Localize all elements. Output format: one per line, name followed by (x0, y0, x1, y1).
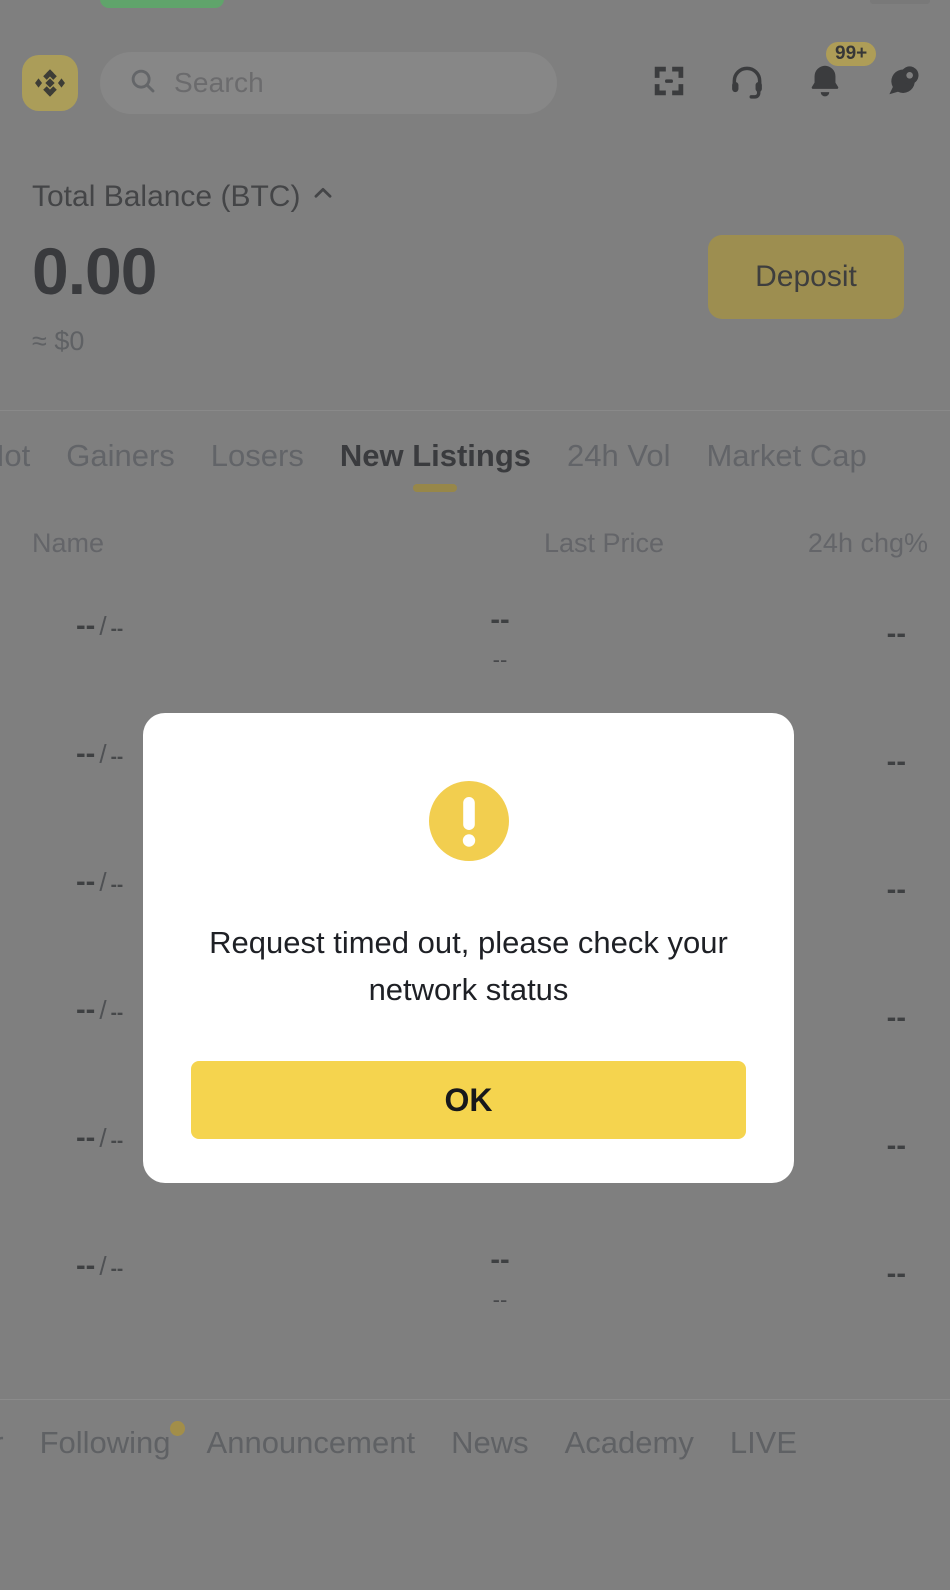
market-price-fiat: -- (492, 647, 508, 672)
status-bar-right-cluster (870, 0, 930, 4)
feed-tab-announcement[interactable]: Announcement (207, 1425, 416, 1461)
unread-dot-icon (169, 1421, 185, 1436)
search-icon (128, 66, 158, 101)
market-tab-gainers[interactable]: Gainers (66, 432, 175, 474)
table-row[interactable]: -- / -- -- -- -- (0, 580, 950, 708)
column-header-change: 24h chg% (807, 528, 928, 558)
market-price-fiat: -- (492, 1287, 508, 1312)
market-last-price: -- (490, 604, 510, 636)
market-tab-bar: Hot Gainers Losers New Listings 24h Vol … (0, 432, 950, 512)
deposit-button[interactable]: Deposit (708, 235, 904, 319)
market-change: -- (886, 746, 906, 778)
scan-icon[interactable] (650, 62, 688, 105)
status-bar (0, 0, 950, 22)
column-header-last-price: Last Price (544, 528, 665, 558)
bottom-section-divider (0, 1399, 950, 1400)
market-change: -- (886, 874, 906, 906)
market-price-cell: -- -- (0, 604, 950, 673)
market-tab-losers[interactable]: Losers (211, 432, 304, 474)
support-headset-icon[interactable] (728, 62, 766, 105)
market-tab-market-cap[interactable]: Market Cap (706, 432, 866, 474)
market-tab-hot[interactable]: Hot (0, 432, 30, 474)
dialog-message: Request timed out, please check your net… (209, 925, 728, 1007)
market-change: -- (886, 1130, 906, 1162)
search-input[interactable]: Search (100, 52, 557, 114)
warning-exclamation-icon (191, 773, 746, 874)
feed-tab-live[interactable]: LIVE (730, 1425, 797, 1461)
network-error-dialog: Request timed out, please check your net… (143, 713, 794, 1183)
market-tab-24h-vol[interactable]: 24h Vol (567, 432, 670, 474)
market-change: -- (886, 1002, 906, 1034)
notification-badge: 99+ (826, 41, 877, 66)
feed-tab-following[interactable]: Following (39, 1421, 185, 1461)
market-last-price: -- (490, 1244, 510, 1276)
market-change: -- (886, 618, 906, 650)
search-placeholder-text: Search (174, 67, 264, 98)
chat-profile-icon[interactable] (884, 62, 922, 105)
notification-bell-icon[interactable]: 99+ (806, 41, 877, 105)
feed-tab-academy[interactable]: Academy (565, 1425, 694, 1461)
total-balance-section: Total Balance (BTC) 0.00 ≈ $0 Deposit (0, 162, 950, 407)
feed-tab-bar: er Following Announcement News Academy L… (0, 1412, 950, 1474)
feed-tab-discover[interactable]: er (0, 1425, 4, 1461)
market-tab-new-listings[interactable]: New Listings (340, 432, 531, 474)
binance-logo-icon[interactable] (22, 55, 78, 111)
header-action-group: 99+ (650, 41, 928, 105)
market-change: -- (886, 1258, 906, 1290)
chevron-up-icon (310, 180, 336, 214)
app-header: Search 99+ (0, 41, 950, 120)
feed-tab-following-label: Following (39, 1425, 171, 1460)
table-row[interactable]: -- / -- -- -- -- (0, 1220, 950, 1348)
ok-button[interactable]: OK (191, 1061, 746, 1139)
total-balance-label[interactable]: Total Balance (BTC) (32, 180, 918, 214)
market-price-cell: -- -- (0, 1244, 950, 1313)
recording-pill-indicator (100, 0, 224, 8)
section-divider (0, 410, 950, 411)
feed-tab-news[interactable]: News (451, 1425, 529, 1461)
column-header-name: Name (32, 528, 105, 558)
total-balance-fiat: ≈ $0 (32, 326, 85, 356)
total-balance-label-text: Total Balance (BTC) (32, 180, 301, 213)
market-table-header: Name Last Price 24h chg% (0, 528, 950, 574)
